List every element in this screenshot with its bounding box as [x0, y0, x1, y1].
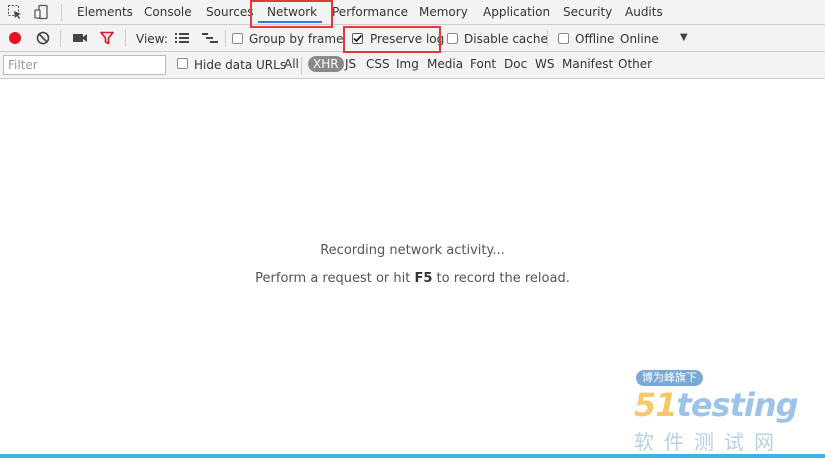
watermark-subtitle: 软件测试网 [634, 430, 784, 454]
tab-memory[interactable]: Memory [419, 5, 468, 19]
tab-sources[interactable]: Sources [206, 5, 253, 19]
preserve-log-highlight [343, 26, 441, 53]
hide-data-urls-checkbox[interactable] [177, 58, 188, 69]
video-camera-icon [73, 34, 87, 42]
watermark: 博为峰旗下 51testing 软件测试网 [628, 368, 818, 454]
reload-hint: Perform a request or hit F5 to record th… [0, 271, 825, 286]
list-view-icon [175, 33, 189, 43]
type-filter-media[interactable]: Media [427, 57, 463, 71]
group-by-frame-label[interactable]: Group by frame [249, 32, 343, 46]
disable-cache-checkbox[interactable] [447, 33, 458, 44]
separator [547, 30, 548, 47]
throttling-value: Online [620, 32, 659, 46]
tab-audits[interactable]: Audits [625, 5, 663, 19]
reload-hint-text: Perform a request or hit [255, 271, 415, 286]
hide-data-urls-label[interactable]: Hide data URLs [194, 58, 286, 72]
offline-checkbox[interactable] [558, 33, 569, 44]
separator [60, 30, 61, 47]
separator [225, 30, 226, 47]
capture-screenshots-button[interactable] [70, 28, 90, 48]
large-rows-button[interactable] [172, 28, 192, 48]
filter-toggle-button[interactable] [97, 28, 117, 48]
reload-hint-suffix: to record the reload. [432, 271, 570, 286]
type-filter-other[interactable]: Other [618, 57, 652, 71]
disable-cache-label[interactable]: Disable cache [464, 32, 548, 46]
network-filter-bar: Hide data URLs All XHR JS CSS Img Media … [0, 52, 825, 79]
tab-security[interactable]: Security [563, 5, 612, 19]
record-button[interactable] [5, 28, 25, 48]
record-icon [9, 32, 21, 44]
separator [301, 57, 302, 74]
type-filter-img[interactable]: Img [396, 57, 419, 71]
type-filter-xhr[interactable]: XHR [308, 56, 344, 72]
network-tab-highlight [250, 0, 333, 28]
bottom-accent-bar [0, 454, 825, 458]
group-by-frame-checkbox[interactable] [232, 33, 243, 44]
filter-input[interactable] [3, 55, 166, 75]
recording-message: Recording network activity... [320, 243, 505, 258]
type-filter-css[interactable]: CSS [366, 57, 390, 71]
watermark-logo-number: 51 [634, 386, 678, 424]
watermark-logo-word: testing [676, 386, 799, 424]
type-filter-js[interactable]: JS [345, 57, 356, 71]
tab-elements[interactable]: Elements [77, 5, 133, 19]
tab-performance[interactable]: Performance [332, 5, 408, 19]
tab-application[interactable]: Application [483, 5, 550, 19]
inspect-element-icon[interactable] [5, 2, 25, 22]
watermark-logo: 51testing [634, 386, 799, 424]
device-toolbar-icon[interactable] [31, 2, 51, 22]
overview-button[interactable] [200, 28, 220, 48]
dropdown-arrow-icon: ▼ [680, 32, 688, 43]
f5-key: F5 [414, 271, 433, 286]
type-filter-doc[interactable]: Doc [504, 57, 527, 71]
tab-console[interactable]: Console [144, 5, 192, 19]
clear-icon [36, 31, 50, 45]
view-label: View: [136, 32, 168, 46]
separator [61, 4, 62, 21]
funnel-icon [100, 31, 114, 45]
waterfall-icon [202, 33, 218, 43]
throttling-select[interactable]: Online ▼ [620, 28, 695, 48]
watermark-badge: 博为峰旗下 [636, 370, 703, 386]
separator [125, 30, 126, 47]
type-filter-manifest[interactable]: Manifest [562, 57, 613, 71]
type-filter-ws[interactable]: WS [535, 57, 554, 71]
clear-button[interactable] [33, 28, 53, 48]
offline-label[interactable]: Offline [575, 32, 614, 46]
type-filter-font[interactable]: Font [470, 57, 496, 71]
devtools-tab-bar: Elements Console Sources Network Perform… [0, 0, 825, 25]
type-filter-all[interactable]: All [284, 57, 299, 71]
